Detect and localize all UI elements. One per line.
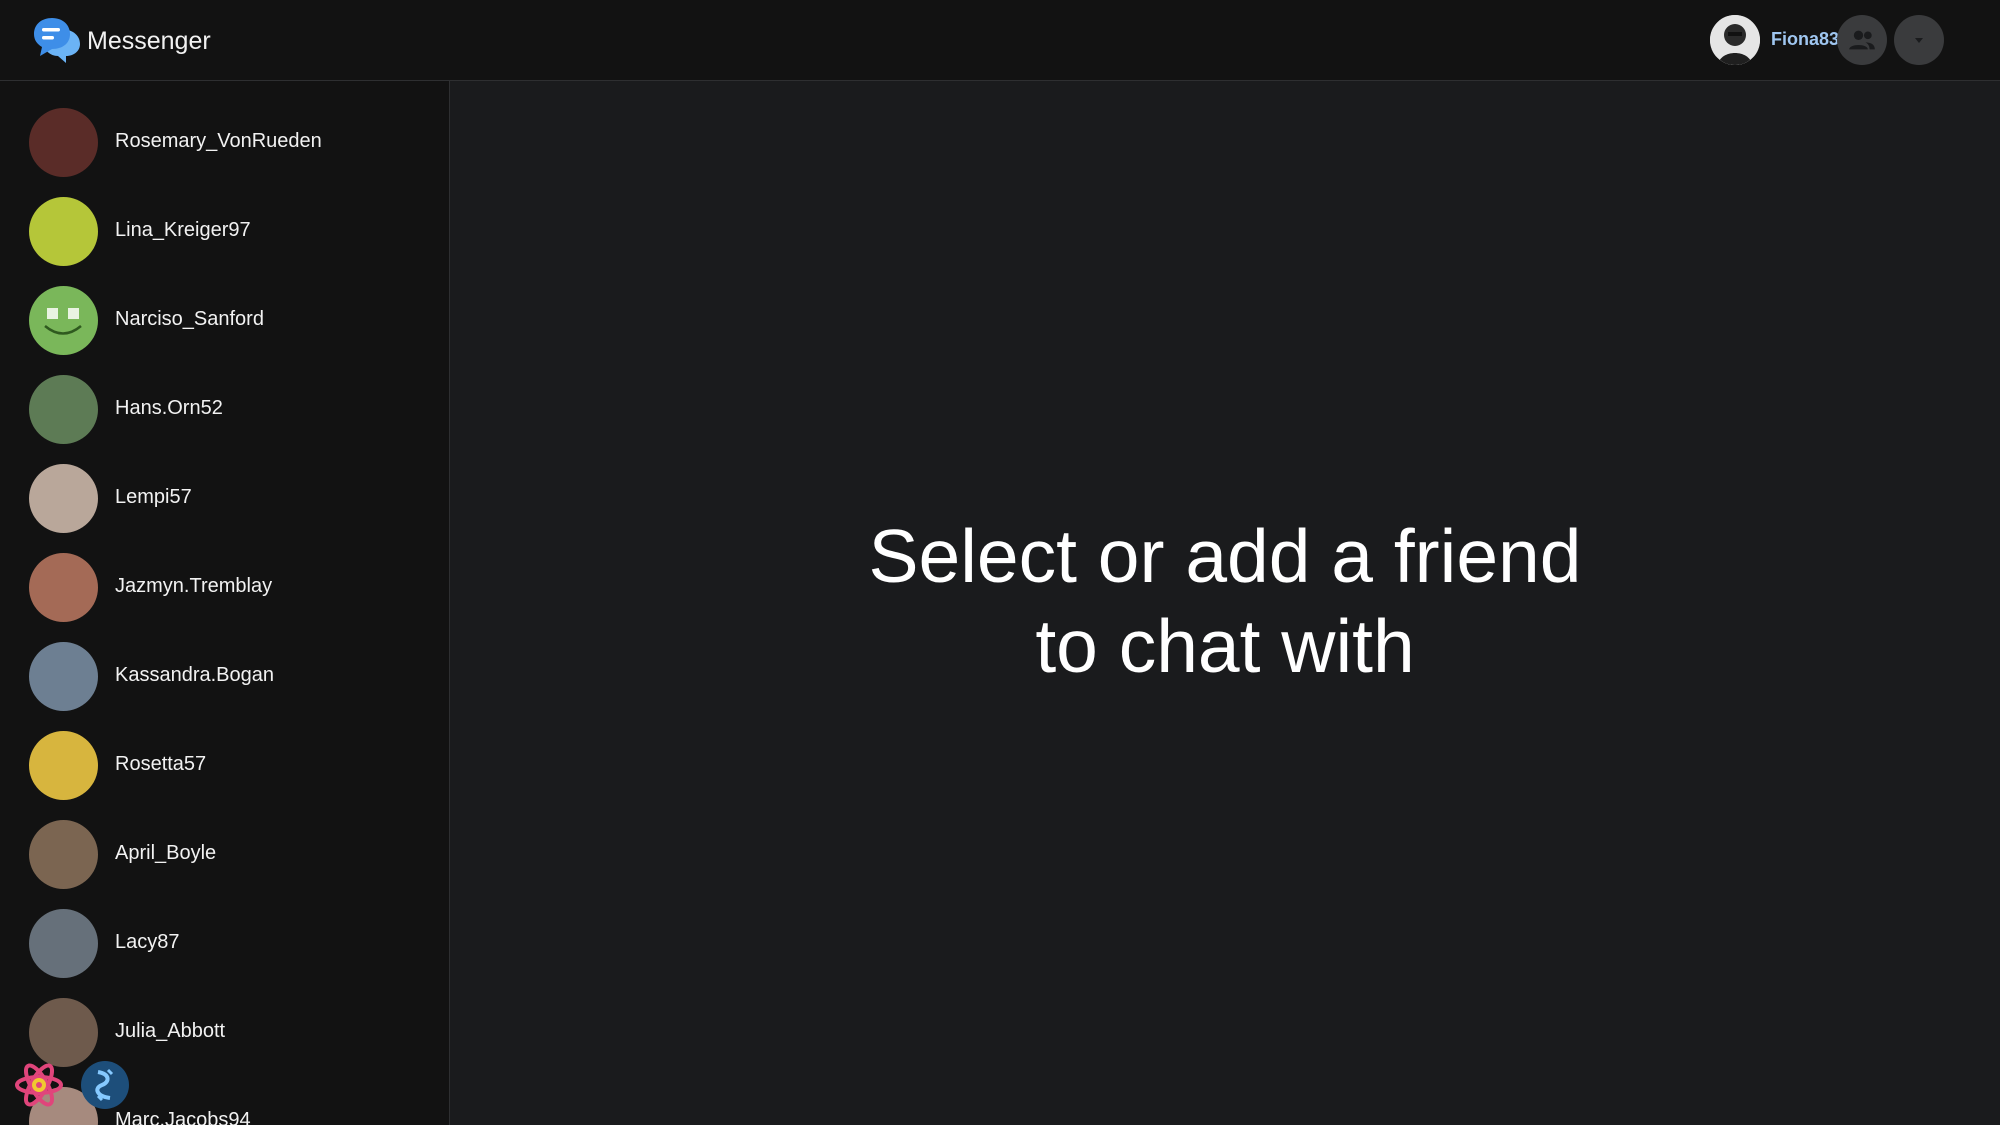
contact-name: Kassandra.Bogan — [115, 664, 275, 686]
contact-name: Jazmyn.Tremblay — [115, 575, 273, 597]
contact-avatar — [29, 642, 98, 711]
current-user-avatar[interactable] — [1710, 15, 1760, 65]
account-menu-button[interactable] — [1894, 15, 1944, 65]
contact-item[interactable]: Julia_Abbott — [0, 988, 449, 1077]
contact-avatar — [29, 375, 98, 444]
scrollbar[interactable] — [1984, 81, 2000, 1125]
caret-down-icon — [1915, 38, 1923, 43]
contact-name: Rosemary_VonRueden — [115, 130, 322, 152]
contact-item[interactable]: April_Boyle — [0, 810, 449, 899]
contact-item[interactable]: Lacy87 — [0, 899, 449, 988]
query-devtools-icon[interactable] — [80, 1060, 130, 1110]
top-bar: Messenger Fiona83 — [0, 0, 2000, 81]
friends-button[interactable] — [1837, 15, 1887, 65]
contact-name: Marc.Jacobs94 — [115, 1109, 251, 1125]
contact-item[interactable]: Kassandra.Bogan — [0, 632, 449, 721]
contacts-sidebar[interactable]: Rosemary_VonRueden Lina_Kreiger97 Narcis… — [0, 81, 450, 1125]
app-title: Messenger — [87, 27, 211, 55]
contact-name: April_Boyle — [115, 842, 217, 864]
contact-avatar — [29, 197, 98, 266]
contact-item[interactable]: Jazmyn.Tremblay — [0, 543, 449, 632]
contact-item[interactable]: Marc.Jacobs94 — [0, 1077, 449, 1125]
people-icon — [1849, 30, 1875, 50]
contact-name: Lempi57 — [115, 486, 192, 508]
contact-avatar — [29, 731, 98, 800]
contact-name: Lacy87 — [115, 931, 180, 953]
contact-item[interactable]: Hans.Orn52 — [0, 365, 449, 454]
contact-item[interactable]: Rosemary_VonRueden — [0, 98, 449, 187]
contact-avatar — [29, 820, 98, 889]
contact-item[interactable]: Narciso_Sanford — [0, 276, 449, 365]
react-devtools-icon[interactable] — [14, 1060, 64, 1110]
messenger-logo-icon — [34, 18, 80, 63]
chat-area: Select or add a friend to chat with — [450, 81, 2000, 1125]
contact-avatar — [29, 464, 98, 533]
contact-name: Hans.Orn52 — [115, 397, 223, 419]
contact-avatar — [29, 909, 98, 978]
contact-item[interactable]: Rosetta57 — [0, 721, 449, 810]
contact-avatar — [29, 553, 98, 622]
contact-avatar — [29, 286, 98, 355]
contact-item[interactable]: Lina_Kreiger97 — [0, 187, 449, 276]
empty-chat-message: Select or add a friend to chat with — [868, 514, 1582, 688]
contact-avatar — [29, 108, 98, 177]
contact-name: Lina_Kreiger97 — [115, 219, 251, 241]
contact-name: Julia_Abbott — [115, 1020, 226, 1042]
contact-item[interactable]: Lempi57 — [0, 454, 449, 543]
contact-name: Narciso_Sanford — [115, 308, 264, 330]
current-user-name[interactable]: Fiona83 — [1771, 29, 1839, 50]
contact-name: Rosetta57 — [115, 753, 207, 775]
contact-avatar — [29, 998, 98, 1067]
